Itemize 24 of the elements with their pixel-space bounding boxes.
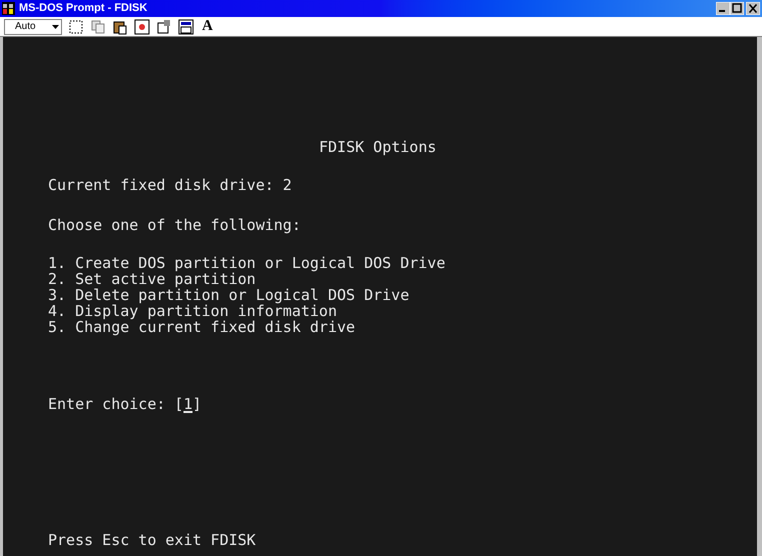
minimize-icon[interactable] [716, 2, 730, 15]
window-title: MS-DOS Prompt - FDISK [19, 3, 148, 14]
close-icon[interactable] [746, 2, 760, 15]
paste-icon[interactable] [112, 18, 128, 34]
menu-option: 2. Set active partition [48, 271, 256, 287]
full-screen-icon[interactable] [134, 18, 150, 34]
screen-heading: FDISK Options [319, 139, 436, 155]
caret-icon [52, 24, 59, 28]
choice-bracket: ] [192, 396, 202, 412]
copy-icon[interactable] [90, 18, 106, 34]
font-button[interactable]: A [200, 19, 215, 34]
prompt-text: Choose one of the following: [48, 217, 301, 233]
menu-option: 3. Delete partition or Logical DOS Drive [48, 287, 410, 303]
menu-option: 1. Create DOS partition or Logical DOS Drive [48, 255, 446, 271]
current-drive-text: Current fixed disk drive: 2 [48, 177, 292, 193]
ms-dos-icon [2, 2, 15, 15]
choice-label: Enter choice: [ [48, 396, 184, 412]
maximize-icon[interactable] [730, 2, 744, 15]
menu-option: 5. Change current fixed disk drive [48, 319, 356, 335]
menu-option: 4. Display partition information [48, 303, 337, 319]
mark-icon[interactable] [68, 18, 84, 34]
font-size-dropdown[interactable]: Auto [4, 18, 62, 34]
choice-field[interactable]: 1 [183, 396, 192, 412]
footer-text: Press Esc to exit FDISK [48, 532, 256, 548]
